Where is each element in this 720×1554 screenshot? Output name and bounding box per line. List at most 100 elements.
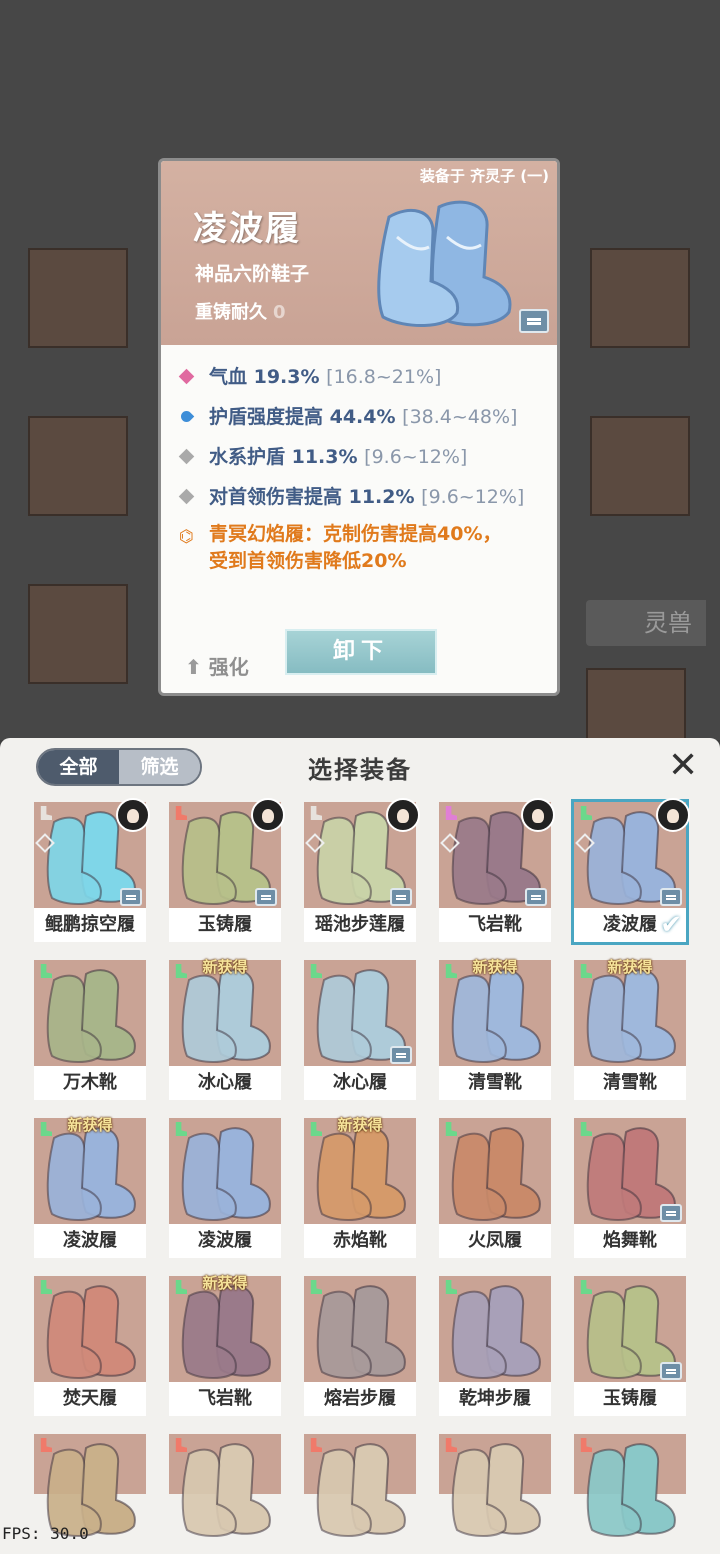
gray-diamond-icon bbox=[178, 488, 195, 505]
wearer-avatar bbox=[656, 798, 690, 832]
equipment-name: 熔岩步履 bbox=[304, 1382, 416, 1416]
equipment-detail-card: 装备于 齐灵子 (一) 凌波履 神品六阶鞋子 重铸耐久 0 气血 19.3% [1… bbox=[158, 158, 560, 696]
special-effect-line: 青冥幻焰履：克制伤害提高40%， bbox=[209, 523, 502, 545]
stat-row: 气血 19.3% [16.8~21%] bbox=[161, 357, 557, 397]
gray-diamond-icon bbox=[178, 448, 195, 465]
stat-row: 水系护盾 11.3% [9.6~12%] bbox=[161, 437, 557, 477]
select-equipment-panel: 全部 筛选 选择装备 ✕ 鲲鹏掠空履 玉铸履 瑶池步莲履 飞岩靴 凌波履 ✔ 万木靴 新获得冰… bbox=[0, 738, 720, 1554]
stat-range: [38.4~48%] bbox=[402, 406, 518, 428]
equipment-card[interactable] bbox=[169, 1434, 281, 1537]
equipment-card[interactable] bbox=[304, 1434, 416, 1537]
lock-icon[interactable] bbox=[519, 309, 549, 333]
equipment-card[interactable]: 鲲鹏掠空履 bbox=[34, 798, 150, 942]
boots-art-icon bbox=[377, 200, 512, 327]
stat-text: 护盾强度提高 44.4% bbox=[209, 406, 396, 428]
item-name: 凌波履 bbox=[193, 209, 301, 249]
equipment-card[interactable]: 玉铸履 bbox=[169, 798, 285, 942]
stat-list: 气血 19.3% [16.8~21%] 护盾强度提高 44.4% [38.4~4… bbox=[161, 357, 557, 575]
equipment-card[interactable]: 新获得 凌波履 bbox=[34, 1116, 146, 1258]
special-effect-line: 受到首领伤害降低20% bbox=[209, 550, 407, 572]
pink-diamond-icon bbox=[178, 368, 195, 385]
equipment-card[interactable] bbox=[34, 1434, 146, 1537]
scene-equip-slot bbox=[28, 416, 128, 516]
equipment-name: 乾坤步履 bbox=[439, 1382, 551, 1416]
item-grade: 神品六阶鞋子 bbox=[195, 263, 310, 285]
equipment-name: 鲲鹏掠空履 bbox=[34, 908, 146, 942]
equipment-card[interactable]: 焚天履 bbox=[34, 1276, 146, 1416]
equipment-card[interactable]: 焰舞靴 bbox=[574, 1118, 686, 1258]
stat-range: [9.6~12%] bbox=[364, 446, 468, 468]
equipment-card[interactable]: 凌波履 ✔ bbox=[571, 798, 690, 945]
equipment-card[interactable]: 熔岩步履 bbox=[304, 1276, 416, 1416]
lock-icon bbox=[660, 1362, 682, 1380]
equipment-card[interactable]: 新获得 飞岩靴 bbox=[169, 1274, 281, 1416]
wearer-avatar bbox=[386, 798, 420, 832]
equipment-card[interactable]: 飞岩靴 bbox=[439, 798, 555, 942]
lock-icon bbox=[390, 888, 412, 906]
lock-icon bbox=[390, 1046, 412, 1064]
up-arrow-icon: ⬆ bbox=[185, 655, 202, 679]
equipment-name: 清雪靴 bbox=[574, 1066, 686, 1100]
equipment-name: 飞岩靴 bbox=[439, 908, 551, 942]
equipment-card[interactable] bbox=[439, 1434, 551, 1537]
equipment-card[interactable]: 瑶池步莲履 bbox=[304, 798, 420, 942]
wearer-avatar bbox=[521, 798, 555, 832]
new-tag: 新获得 bbox=[472, 958, 518, 976]
equipment-name: 冰心履 bbox=[169, 1066, 281, 1100]
durability-label: 重铸耐久 bbox=[195, 302, 267, 323]
stat-row: 对首领伤害提高 11.2% [9.6~12%] bbox=[161, 477, 557, 517]
equipment-card[interactable]: 乾坤步履 bbox=[439, 1276, 551, 1416]
equipment-name: 玉铸履 bbox=[574, 1382, 686, 1416]
scene-equip-slot bbox=[28, 248, 128, 348]
shield-flame-icon bbox=[178, 408, 195, 425]
equipment-name: 赤焰靴 bbox=[304, 1224, 416, 1258]
equipment-card[interactable] bbox=[574, 1434, 686, 1537]
fps-counter: FPS: 30.0 bbox=[2, 1524, 89, 1543]
equipment-name: 火凤履 bbox=[439, 1224, 551, 1258]
equipment-name: 瑶池步莲履 bbox=[304, 908, 416, 942]
equipment-art bbox=[574, 1434, 686, 1537]
special-effect: ⌬ 青冥幻焰履：克制伤害提高40%， 受到首领伤害降低20% bbox=[161, 521, 557, 575]
equipment-name: 飞岩靴 bbox=[169, 1382, 281, 1416]
lock-icon bbox=[255, 888, 277, 906]
new-tag: 新获得 bbox=[202, 1274, 248, 1292]
wearer-avatar bbox=[251, 798, 285, 832]
new-tag: 新获得 bbox=[337, 1116, 383, 1134]
equipment-art bbox=[439, 1434, 551, 1537]
enhance-button[interactable]: ⬆ 强化 bbox=[185, 651, 249, 680]
close-icon[interactable]: ✕ bbox=[668, 748, 698, 784]
stat-text: 气血 19.3% bbox=[209, 366, 320, 388]
equipment-card[interactable]: 万木靴 bbox=[34, 960, 146, 1100]
equipment-card[interactable]: 凌波履 bbox=[169, 1118, 281, 1258]
equipment-card[interactable]: 玉铸履 bbox=[574, 1276, 686, 1416]
scene-equip-slot bbox=[586, 668, 686, 740]
new-tag: 新获得 bbox=[67, 1116, 113, 1134]
scene-equip-slot bbox=[590, 416, 690, 516]
enhance-label: 强化 bbox=[208, 655, 249, 679]
equipment-card[interactable]: 新获得 清雪靴 bbox=[439, 958, 551, 1100]
equipment-name: 凌波履 bbox=[169, 1224, 281, 1258]
durability: 重铸耐久 0 bbox=[195, 298, 286, 324]
equipment-card[interactable]: 冰心履 bbox=[304, 960, 416, 1100]
equipment-name: 玉铸履 bbox=[169, 908, 281, 942]
equipment-name: 冰心履 bbox=[304, 1066, 416, 1100]
stat-text: 对首领伤害提高 11.2% bbox=[209, 486, 415, 508]
unequip-button[interactable]: 卸下 bbox=[285, 629, 437, 675]
equipment-name: 焚天履 bbox=[34, 1382, 146, 1416]
equipment-art bbox=[34, 1434, 146, 1537]
new-tag: 新获得 bbox=[607, 958, 653, 976]
equipment-card[interactable]: 新获得 赤焰靴 bbox=[304, 1116, 416, 1258]
durability-value: 0 bbox=[273, 302, 286, 323]
lock-icon bbox=[120, 888, 142, 906]
detail-header: 装备于 齐灵子 (一) 凌波履 神品六阶鞋子 重铸耐久 0 bbox=[161, 161, 557, 345]
equipment-art bbox=[304, 1434, 416, 1537]
equipment-card[interactable]: 新获得 冰心履 bbox=[169, 958, 281, 1100]
equipment-card[interactable]: 新获得 清雪靴 bbox=[574, 958, 686, 1100]
stat-range: [9.6~12%] bbox=[421, 486, 525, 508]
equipment-card[interactable]: 火凤履 bbox=[439, 1118, 551, 1258]
stat-range: [16.8~21%] bbox=[326, 366, 442, 388]
panel-title: 选择装备 bbox=[308, 756, 412, 784]
spirit-beast-tab: 灵兽 bbox=[586, 600, 706, 646]
equipment-name: 凌波履 bbox=[34, 1224, 146, 1258]
set-effect-icon: ⌬ bbox=[179, 527, 194, 547]
